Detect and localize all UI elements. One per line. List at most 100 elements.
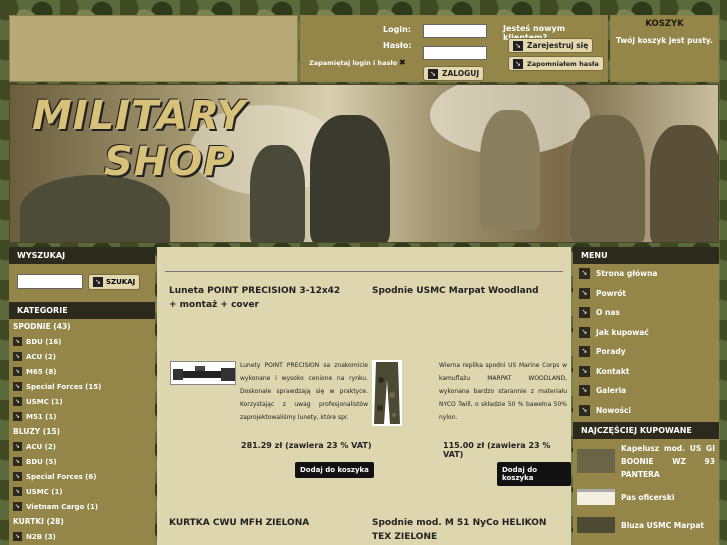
arrow-icon: ➘ (13, 352, 22, 361)
category-item[interactable]: ➘ Vietnam Cargo (1) (9, 499, 155, 514)
arrow-icon: ➘ (13, 487, 22, 496)
soldier-image (20, 175, 170, 242)
logo-shop: SHOP (104, 139, 234, 185)
arrow-icon: ➘ (93, 277, 103, 287)
menu-list: ➘ Strona główna ➘ Powrót ➘ O nas ➘ Jak kupować ➘… (573, 264, 719, 420)
category-heading[interactable]: KURTKI (28) (9, 514, 155, 529)
product-image-pants[interactable] (372, 360, 402, 426)
menu-item[interactable]: ➘ O nas (573, 303, 719, 323)
remember-label: Zapamiętaj login i hasło (309, 59, 398, 67)
arrow-icon: ➘ (579, 404, 590, 416)
arrow-icon: ➘ (579, 287, 590, 299)
category-item[interactable]: ➘ BDU (16) (9, 334, 155, 349)
arrow-icon: ➘ (13, 442, 22, 451)
product-title-link[interactable]: KURTKA CWU MFH ZIELONA (169, 516, 359, 530)
product-price: 281.29 zł (zawiera 23 % VAT) (241, 441, 372, 450)
category-heading[interactable]: SPODNIE (43) (9, 319, 155, 334)
page: Login: Hasło: Zapamiętaj login i hasło ✖… (9, 15, 719, 545)
product-title-link[interactable]: Spodnie USMC Marpat Woodland (372, 284, 562, 298)
password-input[interactable] (423, 46, 487, 60)
cart-panel: KOSZYK Twój koszyk jest pusty. (610, 15, 719, 82)
product-description: Wierna replika spodni US Marine Corps w … (439, 362, 567, 421)
soldier-image (310, 115, 390, 242)
header: Login: Hasło: Zapamiętaj login i hasło ✖… (9, 15, 719, 82)
product-thumbnail (577, 449, 615, 473)
arrow-icon: ➘ (579, 326, 590, 338)
product-price: 115.00 zł (zawiera 23 % VAT) (443, 441, 551, 459)
soldier-image (570, 115, 645, 242)
password-label: Hasło: (383, 41, 412, 50)
login-label: Login: (383, 25, 411, 34)
category-item[interactable]: ➘ N2B (3) (9, 529, 155, 544)
categories-title: KATEGORIE (9, 302, 155, 319)
product-thumbnail (577, 489, 615, 505)
arrow-icon: ➘ (13, 502, 22, 511)
category-item[interactable]: ➘ M51 (1) (9, 409, 155, 424)
arrow-icon: ➘ (13, 382, 22, 391)
product-image-scope[interactable] (170, 361, 236, 385)
add-to-cart-button[interactable]: Dodaj do koszyka (497, 462, 571, 486)
left-sidebar: WYSZUKAJ ➘ SZUKAJ KATEGORIE SPODNIE (43)… (9, 247, 155, 545)
category-item[interactable]: ➘ USMC (1) (9, 394, 155, 409)
soldier-image (480, 110, 540, 230)
product-grid: Luneta POINT PRECISION 3-12x42 + montaż … (157, 247, 571, 545)
search-input[interactable] (17, 274, 83, 289)
product-title-link[interactable]: Spodnie mod. M 51 NyCo HELIKON TEX ZIELO… (372, 516, 567, 544)
pants-icon (374, 362, 400, 424)
menu-item[interactable]: ➘ Nowości (573, 401, 719, 421)
popular-item[interactable]: Pas oficerski (573, 483, 719, 511)
cart-status: Twój koszyk jest pusty. (616, 36, 713, 45)
menu-item[interactable]: ➘ Kontakt (573, 362, 719, 382)
arrow-icon: ➘ (13, 397, 22, 406)
category-item[interactable]: ➘ Special Forces (6) (9, 469, 155, 484)
menu-item[interactable]: ➘ Powrót (573, 284, 719, 304)
scope-icon (173, 366, 235, 381)
category-item[interactable]: ➘ USMC (1) (9, 484, 155, 499)
soldier-image (250, 145, 305, 242)
register-button[interactable]: ➘ Zarejestruj się (508, 38, 594, 53)
arrow-icon: ➘ (13, 472, 22, 481)
search-row: ➘ SZUKAJ (9, 264, 155, 302)
category-item[interactable]: ➘ BDU (5) (9, 454, 155, 469)
arrow-icon: ➘ (579, 365, 590, 377)
forgot-password-button[interactable]: ➘ Zapomniałem hasła (508, 56, 604, 71)
login-button[interactable]: ➘ ZALOGUJ (423, 66, 485, 81)
popular-item[interactable]: Bluza USMC Marpat (573, 511, 719, 539)
arrow-icon: ➘ (513, 58, 523, 69)
menu-item[interactable]: ➘ Galeria (573, 381, 719, 401)
logo-military: MILITARY (32, 93, 247, 139)
arrow-icon: ➘ (579, 268, 590, 280)
search-button[interactable]: ➘ SZUKAJ (88, 274, 141, 290)
cart-title: KOSZYK (645, 19, 684, 29)
product-title-link[interactable]: Luneta POINT PRECISION 3-12x42 + montaż … (169, 284, 349, 312)
menu-item[interactable]: ➘ Jak kupować (573, 323, 719, 343)
menu-title: MENU (573, 247, 719, 264)
product-thumbnail (577, 517, 615, 533)
banner: MILITARY SHOP (9, 84, 719, 243)
divider (165, 271, 563, 272)
category-heading[interactable]: BLUZY (15) (9, 424, 155, 439)
arrow-icon: ➘ (428, 68, 438, 79)
category-item[interactable]: ➘ Special Forces (15) (9, 379, 155, 394)
menu-item[interactable]: ➘ Porady (573, 342, 719, 362)
category-item[interactable]: ➘ ACU (2) (9, 439, 155, 454)
arrow-icon: ➘ (13, 457, 22, 466)
category-item[interactable]: ➘ M65 (8) (9, 364, 155, 379)
category-item[interactable]: ➘ ACU (2) (9, 349, 155, 364)
product-description: Lunety POINT PRECISION sa znakomicie wyk… (240, 362, 368, 421)
arrow-icon: ➘ (579, 346, 590, 358)
popular-title: NAJCZĘŚCIEJ KUPOWANE (573, 422, 719, 439)
add-to-cart-button[interactable]: Dodaj do koszyka (295, 462, 374, 478)
login-panel: Login: Hasło: Zapamiętaj login i hasło ✖… (300, 15, 608, 82)
arrow-icon: ➘ (13, 532, 22, 541)
popular-item[interactable]: Kapelusz mod. US GI BOONIE WZ 93 PANTERA (573, 439, 719, 483)
soldier-image (650, 125, 718, 242)
remember-checkbox[interactable]: ✖ (399, 58, 406, 67)
arrow-icon: ➘ (13, 337, 22, 346)
menu-item[interactable]: ➘ Strona główna (573, 264, 719, 284)
arrow-icon: ➘ (579, 385, 590, 397)
right-sidebar: MENU ➘ Strona główna ➘ Powrót ➘ O nas ➘ Jak kup… (573, 247, 719, 545)
arrow-icon: ➘ (513, 40, 523, 51)
header-left-panel (9, 15, 298, 82)
login-input[interactable] (423, 24, 487, 38)
